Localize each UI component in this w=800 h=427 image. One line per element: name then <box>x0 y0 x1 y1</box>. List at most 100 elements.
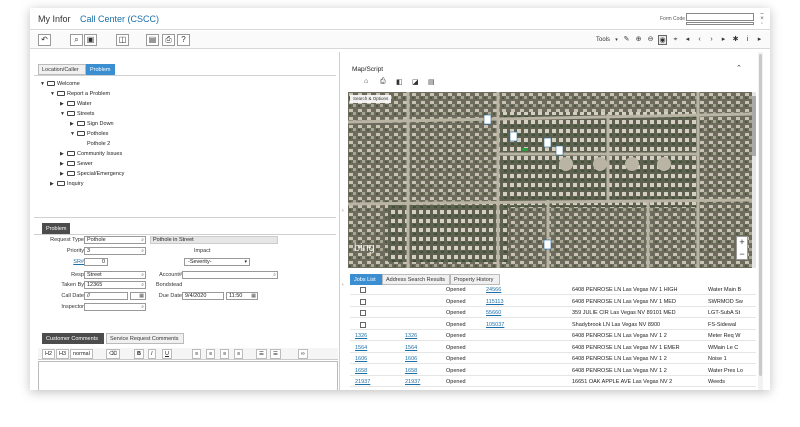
table-row[interactable]: 21937 21937 Opened 16651 OAK APPLE AVE Las … <box>350 377 756 387</box>
collapse-icon[interactable]: ⌃ <box>736 64 742 72</box>
heading-2-button[interactable]: H2 <box>42 349 56 359</box>
tab-location-caller[interactable]: Location/Caller <box>38 64 86 75</box>
table-row[interactable]: Opened 105037 Shadybrook LN Las Vegas NV 8… <box>350 320 756 330</box>
table-row[interactable]: Opened 24566 6408 PENROSE LN Las Vegas NV … <box>350 285 756 295</box>
request-number-link[interactable]: 24566 <box>486 285 526 295</box>
align-left-icon[interactable]: ≡ <box>192 349 202 359</box>
tree-node-water[interactable]: ▶ Water <box>60 100 91 109</box>
splitter-left-icon[interactable]: ‹ <box>342 282 344 288</box>
star-icon[interactable]: ✱ <box>731 35 740 45</box>
marker-icon[interactable]: ◪ <box>412 78 419 86</box>
eraser-icon[interactable]: ⌫ <box>106 349 120 359</box>
call-date-field[interactable]: // <box>84 292 128 300</box>
severity-select[interactable]: -Severity- ▾ <box>184 258 250 266</box>
lookup-icon[interactable]: ⌕ <box>141 237 144 243</box>
request-number-link[interactable]: 105037 <box>486 320 526 330</box>
zoom-in-button[interactable]: + <box>737 237 747 249</box>
inspector-field[interactable]: ⌕ <box>84 303 146 311</box>
table-row[interactable]: Opened 55660 359 JULIE CIR Las Vegas NV 89… <box>350 308 756 318</box>
tree-node-community[interactable]: ▶ Community Issues <box>60 150 122 159</box>
form-code-input-secondary[interactable] <box>686 22 754 25</box>
home-icon[interactable]: ⌂ <box>364 78 368 85</box>
table-row[interactable]: 1564 1564 Opened 6408 PENROSE LN Las Vegas … <box>350 343 756 353</box>
tab-service-request-comments[interactable]: Service Request Comments <box>106 333 184 344</box>
lookup-icon[interactable]: ⌕ <box>141 248 144 254</box>
pencil-icon[interactable]: ✎ <box>622 35 631 45</box>
tree-node-report[interactable]: ▼ Report a Problem <box>50 90 110 99</box>
tree-node-sign-down[interactable]: ▶ Sign Down <box>70 120 114 129</box>
next-icon[interactable]: › <box>707 35 716 45</box>
search-icon[interactable]: ⌕ <box>70 34 83 46</box>
job-id-link[interactable]: 1658 <box>355 366 395 376</box>
table-row[interactable]: 1606 1606 Opened 6408 PENROSE LN Las Vegas … <box>350 354 756 364</box>
map-scrollbar[interactable] <box>752 92 756 268</box>
tree-node-pothole-2[interactable]: Pothole 2 <box>87 140 110 149</box>
heading-3-button[interactable]: H3 <box>56 349 70 359</box>
priority-field[interactable]: 3 ⌕ <box>84 247 146 255</box>
caret-right-icon[interactable]: ▶ <box>50 180 57 189</box>
bullet-list-icon[interactable]: ☰ <box>270 349 281 359</box>
sr-number-field[interactable]: 0 <box>84 258 108 266</box>
tab-problem-details[interactable]: Problem <box>42 223 70 234</box>
tab-problem[interactable]: Problem <box>86 64 115 75</box>
tree-node-inquiry[interactable]: ▶ Inquiry <box>50 180 84 189</box>
row-checkbox[interactable] <box>360 298 366 305</box>
underline-button[interactable]: U <box>162 349 172 359</box>
job-ref-link[interactable]: 1564 <box>405 343 445 353</box>
caret-down-icon[interactable]: ▼ <box>50 90 57 99</box>
save-icon[interactable]: ▣ <box>84 34 97 46</box>
table-row[interactable]: 1658 1658 Opened 6408 PENROSE LN Las Vegas … <box>350 366 756 376</box>
zoom-in-icon[interactable]: ⊕ <box>634 35 643 45</box>
row-checkbox[interactable] <box>360 287 366 293</box>
comments-editor[interactable] <box>38 361 338 390</box>
caret-right-icon[interactable]: ▶ <box>60 150 67 159</box>
zoom-out-icon[interactable]: ⊖ <box>646 35 655 45</box>
caret-down-icon[interactable]: ▼ <box>70 130 77 139</box>
map-search-options[interactable]: Search & Options <box>350 95 392 103</box>
job-ref-link[interactable]: 21937 <box>405 377 445 387</box>
job-ref-link[interactable]: 1606 <box>405 354 445 364</box>
tree-node-special[interactable]: ▶ Special/Emergency <box>60 170 124 179</box>
print-icon[interactable]: ⎙ <box>162 34 175 46</box>
last-icon[interactable]: ▸ <box>719 35 728 45</box>
calendar-icon[interactable]: ▦ <box>251 293 256 299</box>
job-ref-link[interactable]: 21952 <box>405 389 445 391</box>
tools-dropdown-icon[interactable]: ▾ <box>612 35 621 45</box>
prev-icon[interactable]: ‹ <box>695 35 704 45</box>
call-time-field[interactable]: ▦ <box>130 292 146 300</box>
lookup-icon[interactable]: ⌕ <box>141 304 144 310</box>
module-link[interactable]: Call Center (CSCC) <box>80 14 159 24</box>
tab-customer-comments[interactable]: Customer Comments <box>42 333 104 344</box>
row-checkbox[interactable] <box>360 310 366 316</box>
page-scroll-thumb[interactable] <box>759 54 762 376</box>
table-row[interactable]: Opened 115113 6408 PENROSE LN Las Vegas NV… <box>350 297 756 307</box>
back-icon[interactable]: ↶ <box>38 34 51 46</box>
justify-icon[interactable]: ≡ <box>234 349 244 359</box>
caret-right-icon[interactable]: ▶ <box>60 170 67 179</box>
caret-right-icon[interactable]: ▶ <box>60 160 67 169</box>
tree-node-potholes[interactable]: ▼ Potholes <box>70 130 108 139</box>
job-id-link[interactable]: 21952 <box>355 389 395 391</box>
request-type-field[interactable]: Pothole ⌕ <box>84 236 146 244</box>
fit-icon[interactable]: ⌖ <box>671 35 680 45</box>
book-icon[interactable]: ◫ <box>116 34 129 46</box>
request-number-link[interactable]: 55660 <box>486 308 526 318</box>
legend-icon[interactable]: ▤ <box>428 78 435 86</box>
zoom-out-button[interactable]: − <box>737 249 747 261</box>
first-icon[interactable]: ◂ <box>683 35 692 45</box>
help-icon[interactable]: ? <box>177 34 190 46</box>
resp-field[interactable]: Street ⌕ <box>84 271 146 279</box>
due-time-field[interactable]: 11:50 ▦ <box>226 292 258 300</box>
bold-button[interactable]: B <box>134 349 144 359</box>
align-right-icon[interactable]: ≡ <box>220 349 230 359</box>
form-code-input[interactable] <box>686 13 754 21</box>
job-id-link[interactable]: 1326 <box>355 331 395 341</box>
map-view[interactable]: Search & Options bing <box>348 92 752 268</box>
lookup-icon[interactable]: ⌕ <box>141 282 144 288</box>
tree-node-sewer[interactable]: ▶ Sewer <box>60 160 93 169</box>
job-id-link[interactable]: 1564 <box>355 343 395 353</box>
select-map-icon[interactable]: ◉ <box>658 35 667 45</box>
table-row[interactable]: 1326 1326 Opened 6408 PENROSE LN Las Vegas … <box>350 331 756 341</box>
tools-arrow-icon[interactable]: ▸ <box>755 35 764 45</box>
layers-icon[interactable]: ◧ <box>396 78 403 86</box>
